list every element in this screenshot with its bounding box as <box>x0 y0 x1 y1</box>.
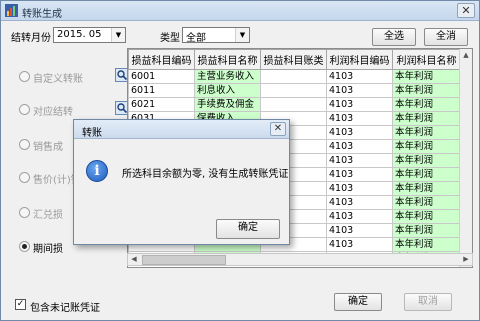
option-label: 自定义转账 <box>33 74 83 85</box>
table-cell[interactable]: 本年利润 <box>392 69 461 84</box>
include-unposted-checkbox[interactable]: ✓ <box>15 299 26 310</box>
table-cell[interactable]: 本年利润 <box>392 97 461 112</box>
chevron-down-icon: ▼ <box>111 28 125 42</box>
table-cell[interactable]: 6001 <box>128 69 195 84</box>
radio-button[interactable] <box>19 241 30 252</box>
table-cell[interactable]: 本年利润 <box>392 181 461 196</box>
dialog-message: 所选科目余额为零, 没有生成转账凭证 <box>122 169 289 180</box>
table-cell[interactable] <box>260 83 327 98</box>
window-close-button[interactable]: ✕ <box>457 3 475 18</box>
dialog-ok-button[interactable]: 确定 <box>216 219 280 239</box>
table-cell[interactable]: 利息收入 <box>194 83 261 98</box>
table-cell[interactable]: 4103 <box>326 153 393 168</box>
scroll-up-icon[interactable]: ▲ <box>460 49 472 62</box>
info-icon: i <box>86 160 108 182</box>
column-header[interactable]: 损益科目账类 <box>260 49 327 70</box>
table-row[interactable]: 6011 利息收入 4103 本年利润 <box>128 83 461 98</box>
option-label: 期间损 <box>33 244 63 255</box>
table-cell[interactable]: 6011 <box>128 83 195 98</box>
dialog-title: 转账 <box>82 128 102 139</box>
check-icon: ✓ <box>16 299 25 309</box>
period-select[interactable]: 2015. 05 ▼ <box>53 27 126 43</box>
column-header[interactable]: 利润科目名称 <box>392 49 461 70</box>
table-cell[interactable]: 6021 <box>128 97 195 112</box>
table-cell[interactable]: 4103 <box>326 195 393 210</box>
message-dialog: 转账 ✕ i 所选科目余额为零, 没有生成转账凭证 确定 <box>73 119 290 245</box>
dialog-title-bar: 转账 ✕ <box>74 120 289 139</box>
window-title: 转账生成 <box>22 9 62 20</box>
table-cell[interactable]: 4103 <box>326 111 393 126</box>
ok-button[interactable]: 确定 <box>334 293 382 311</box>
scroll-thumb[interactable] <box>142 255 226 265</box>
radio-button[interactable] <box>19 207 30 218</box>
title-bar: 转账生成 ✕ <box>1 1 479 21</box>
table-cell[interactable]: 4103 <box>326 69 393 84</box>
radio-button[interactable] <box>19 172 30 183</box>
table-cell[interactable]: 4103 <box>326 209 393 224</box>
table-cell[interactable]: 手续费及佣金 <box>194 97 261 112</box>
table-cell[interactable]: 4103 <box>326 167 393 182</box>
table-cell[interactable]: 4103 <box>326 181 393 196</box>
option-label: 对应结转 <box>33 107 73 118</box>
table-cell[interactable]: 本年利润 <box>392 111 461 126</box>
table-cell[interactable]: 本年利润 <box>392 139 461 154</box>
radio-button[interactable] <box>19 139 30 150</box>
option-label: 汇兑损 <box>33 210 63 221</box>
horizontal-scrollbar[interactable]: ◀ ▶ <box>127 253 473 266</box>
table-cell[interactable]: 4103 <box>326 125 393 140</box>
table-cell[interactable]: 4103 <box>326 139 393 154</box>
table-cell[interactable]: 本年利润 <box>392 83 461 98</box>
period-label: 结转月份 <box>11 33 51 44</box>
deselect-all-button[interactable]: 全消 <box>424 28 468 46</box>
scroll-right-icon[interactable]: ▶ <box>460 254 472 265</box>
table-cell[interactable]: 本年利润 <box>392 195 461 210</box>
scroll-left-icon[interactable]: ◀ <box>128 254 140 265</box>
table-cell[interactable] <box>260 69 327 84</box>
include-unposted-label: 包含未记账凭证 <box>30 303 100 314</box>
table-cell[interactable]: 本年利润 <box>392 167 461 182</box>
column-header[interactable]: 损益科目编码 <box>128 49 195 70</box>
table-cell[interactable]: 4103 <box>326 97 393 112</box>
table-cell[interactable]: 本年利润 <box>392 223 461 238</box>
table-cell[interactable] <box>260 97 327 112</box>
column-header[interactable]: 利润科目编码 <box>326 49 393 70</box>
option-label: 销售成 <box>33 142 63 153</box>
table-cell[interactable]: 本年利润 <box>392 237 461 252</box>
table-cell[interactable]: 本年利润 <box>392 209 461 224</box>
table-cell[interactable]: 主营业务收入 <box>194 69 261 84</box>
table-cell[interactable]: 4103 <box>326 83 393 98</box>
table-row[interactable]: 6001 主营业务收入 4103 本年利润 <box>128 69 461 84</box>
radio-button[interactable] <box>19 104 30 115</box>
column-header[interactable]: 损益科目名称 <box>194 49 261 70</box>
dialog-close-button[interactable]: ✕ <box>270 122 286 136</box>
table-cell[interactable]: 本年利润 <box>392 153 461 168</box>
radio-button[interactable] <box>19 71 30 82</box>
app-chart-icon <box>5 4 18 17</box>
type-label: 类型 <box>160 33 180 44</box>
table-cell[interactable]: 本年利润 <box>392 125 461 140</box>
type-value: 全部 <box>186 33 206 44</box>
chevron-down-icon: ▼ <box>235 28 249 42</box>
period-value: 2015. 05 <box>57 29 102 40</box>
table-cell[interactable]: 4103 <box>326 237 393 252</box>
select-all-button[interactable]: 全选 <box>372 28 416 46</box>
type-select[interactable]: 全部 ▼ <box>182 27 250 44</box>
table-cell[interactable]: 4103 <box>326 223 393 238</box>
cancel-button[interactable]: 取消 <box>404 293 452 311</box>
table-row[interactable]: 6021 手续费及佣金 4103 本年利润 <box>128 97 461 112</box>
vertical-scrollbar[interactable]: ▲ ▼ <box>459 49 472 267</box>
